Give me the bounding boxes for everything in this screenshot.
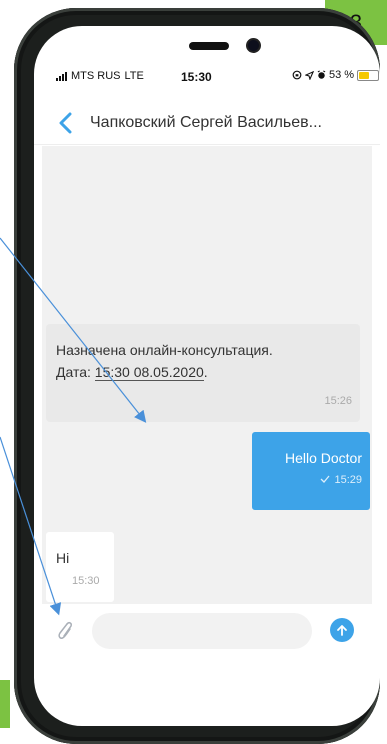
date-label: Дата: xyxy=(56,364,91,380)
annotation-badge-left xyxy=(0,680,10,728)
date-link[interactable]: 15:30 08.05.2020 xyxy=(94,364,204,381)
screenshot-stage: 3 MTS RUS LTE 15:30 xyxy=(0,0,387,744)
arrow-up-icon xyxy=(337,625,347,636)
message-input[interactable] xyxy=(92,613,312,649)
location-icon xyxy=(305,70,314,80)
battery-percent: 53 % xyxy=(329,69,355,81)
phone-screen: MTS RUS LTE 15:30 53 % Чапковский Сергей… xyxy=(34,26,380,726)
system-message-text: Назначена онлайн-консультация. xyxy=(56,342,273,358)
lock-rotation-icon xyxy=(292,70,302,80)
check-icon xyxy=(321,475,330,483)
paperclip-icon[interactable] xyxy=(54,618,74,644)
chat-header: Чапковский Сергей Васильев... xyxy=(34,102,380,145)
outgoing-message-time: 15:29 xyxy=(334,474,362,486)
system-message-date-line: Дата: 15:30 08.05.2020. xyxy=(56,364,208,381)
speaker-grille xyxy=(189,42,229,50)
incoming-message-text: Hi xyxy=(56,550,70,566)
message-composer xyxy=(34,604,380,658)
incoming-message-time: 15:30 xyxy=(72,575,100,587)
battery-icon xyxy=(357,69,380,81)
camera-icon xyxy=(248,40,259,51)
incoming-message: Hi 15:30 xyxy=(46,532,114,602)
send-button[interactable] xyxy=(330,618,354,642)
alarm-icon xyxy=(317,70,326,79)
outgoing-message: Hello Doctor 15:29 xyxy=(252,432,370,510)
battery-fill xyxy=(359,71,370,79)
contact-name: Чапковский Сергей Васильев... xyxy=(90,114,322,131)
carrier-label: MTS RUS xyxy=(71,70,121,82)
system-message-time: 15:26 xyxy=(324,395,352,407)
date-suffix: . xyxy=(203,364,208,380)
status-time: 15:30 xyxy=(181,70,212,84)
phone-frame: MTS RUS LTE 15:30 53 % Чапковский Сергей… xyxy=(14,8,380,744)
chat-area[interactable]: Назначена онлайн-консультация. Дата: 15:… xyxy=(42,146,372,616)
outgoing-message-meta: 15:29 xyxy=(320,474,362,486)
outgoing-message-text: Hello Doctor xyxy=(284,450,362,466)
status-right: 53 % xyxy=(292,69,380,81)
back-chevron-icon[interactable] xyxy=(56,112,76,134)
network-label: LTE xyxy=(124,70,144,82)
system-message: Назначена онлайн-консультация. Дата: 15:… xyxy=(46,324,360,422)
status-bar: MTS RUS LTE 15:30 53 % xyxy=(34,68,380,88)
signal-icon xyxy=(56,71,67,81)
status-left: MTS RUS LTE xyxy=(56,70,144,82)
